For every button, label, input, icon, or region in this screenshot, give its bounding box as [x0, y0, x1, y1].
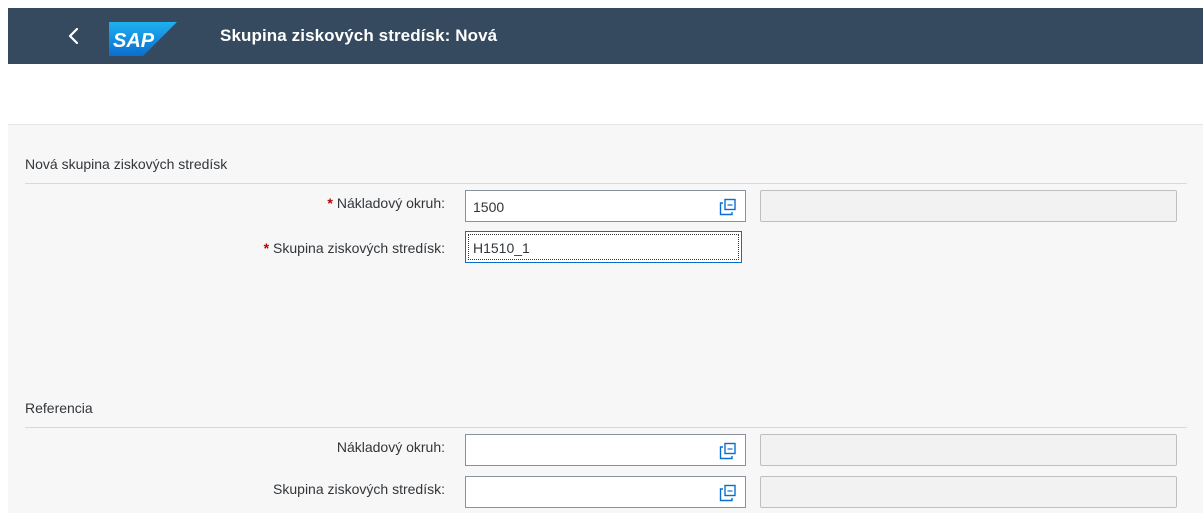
ref-cost-area-input[interactable] — [465, 434, 746, 466]
shell-bar: SAP Skupina ziskových stredísk: Nová — [8, 8, 1203, 64]
app-shell: SAP Skupina ziskových stredísk: Nová Nov… — [0, 0, 1203, 513]
required-marker: * — [327, 195, 333, 211]
required-marker: * — [263, 240, 270, 256]
profit-center-group-label: * Skupina ziskových stredísk: — [263, 240, 445, 256]
value-help-icon[interactable] — [719, 442, 737, 460]
cost-area-description — [760, 190, 1177, 222]
section-divider — [25, 427, 1187, 428]
ref-cost-area-description — [760, 434, 1177, 466]
svg-text:SAP: SAP — [113, 30, 155, 52]
ref-profit-center-group-description — [760, 476, 1177, 508]
ref-profit-center-group-label: Skupina ziskových stredísk: — [273, 481, 445, 497]
value-help-icon[interactable] — [719, 484, 737, 502]
chevron-left-icon — [68, 27, 79, 45]
form-content: Nová skupina ziskových stredísk * Náklado… — [8, 124, 1203, 513]
profit-center-group-input[interactable]: H1510_1 — [465, 231, 742, 263]
page-title: Skupina ziskových stredísk: Nová — [220, 26, 498, 45]
section-title-new: Nová skupina ziskových stredísk — [25, 156, 228, 172]
section-title-reference: Referencia — [25, 400, 93, 416]
back-button[interactable] — [60, 22, 88, 50]
cost-area-input[interactable]: 1500 — [465, 190, 746, 222]
ref-profit-center-group-input[interactable] — [465, 476, 746, 508]
sap-logo[interactable]: SAP — [109, 22, 177, 56]
value-help-icon[interactable] — [719, 198, 737, 216]
ref-cost-area-label: Nákladový okruh: — [336, 439, 445, 455]
section-divider — [25, 183, 1187, 184]
cost-area-label: * Nákladový okruh: — [327, 195, 445, 211]
